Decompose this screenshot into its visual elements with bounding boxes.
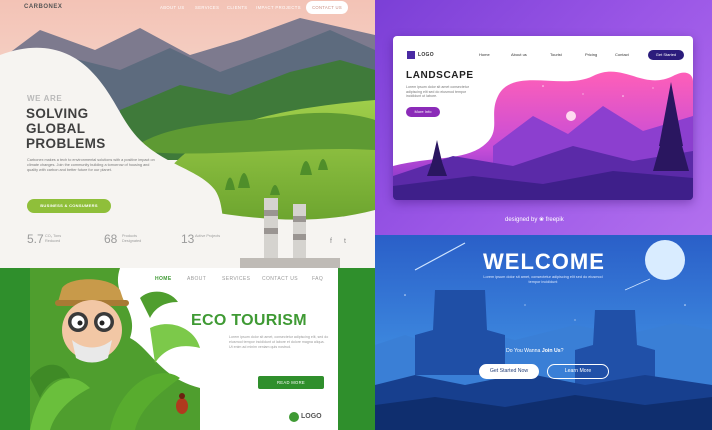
carbonex-logo[interactable]: CARBONEX bbox=[24, 4, 62, 10]
nav-services[interactable]: SERVICES bbox=[222, 276, 250, 282]
landscape-title: LANDSCAPE bbox=[406, 70, 474, 81]
eco-tourism-title: ECO TOURISM bbox=[191, 312, 307, 329]
eco-tourism-description: Lorem ipsum dolor sit amet, consectetur … bbox=[229, 335, 329, 349]
landscape-landing-panel: LOGO Home About us Tourist Pricing Conta… bbox=[375, 0, 712, 235]
welcome-subtitle: Lorem ipsum dolor sit amet, consectetur … bbox=[483, 275, 603, 284]
join-us-prompt: Do You Wanna Join Us? bbox=[506, 348, 564, 354]
nav-about-us[interactable]: ABOUT US bbox=[160, 5, 185, 10]
hero-description: Carbonex makes a tech to environmental s… bbox=[27, 158, 155, 173]
nav-pricing[interactable]: Pricing bbox=[585, 52, 597, 57]
twitter-icon[interactable]: t bbox=[344, 238, 346, 245]
hero-title: SOLVING GLOBAL PROBLEMS bbox=[26, 106, 146, 151]
leaf-logo-icon bbox=[289, 412, 299, 422]
hero-kicker: WE ARE bbox=[27, 94, 63, 103]
join-prefix: Do You Wanna bbox=[506, 348, 541, 354]
nav-home[interactable]: HOME bbox=[155, 276, 172, 282]
eco-tourism-logo[interactable]: LOGO bbox=[301, 413, 322, 420]
join-suffix: ? bbox=[560, 348, 564, 354]
landscape-logo[interactable]: LOGO bbox=[418, 52, 434, 58]
get-started-now-button[interactable]: Get Started Now bbox=[479, 364, 539, 379]
contact-us-button[interactable]: CONTACT US bbox=[306, 1, 348, 14]
stat-label: Active Projects bbox=[195, 234, 221, 238]
eco-tourism-landing-panel: HOME ABOUT SERVICES CONTACT US FAQ ECO T… bbox=[0, 268, 375, 430]
stat-number: 5.7 bbox=[27, 232, 44, 246]
nav-tourist[interactable]: Tourist bbox=[550, 52, 562, 57]
nav-contact-us[interactable]: CONTACT US bbox=[262, 276, 298, 282]
welcome-title: WELCOME bbox=[483, 249, 605, 274]
join-us-link[interactable]: Join Us bbox=[542, 348, 561, 354]
landscape-card: LOGO Home About us Tourist Pricing Conta… bbox=[393, 36, 693, 200]
landscape-illustration bbox=[393, 71, 693, 200]
hero-title-line: GLOBAL bbox=[26, 121, 86, 136]
nav-impact-projects[interactable]: IMPACT PROJECTS bbox=[256, 5, 301, 10]
hero-title-line: PROBLEMS bbox=[26, 136, 106, 151]
nav-services[interactable]: SERVICES bbox=[195, 5, 219, 10]
carbonex-landing-panel: CARBONEX ABOUT US SERVICES CLIENTS IMPAC… bbox=[0, 0, 375, 268]
logo-square-icon bbox=[407, 51, 415, 59]
nav-home[interactable]: Home bbox=[479, 52, 490, 57]
more-info-button[interactable]: More Info bbox=[406, 107, 440, 117]
freepik-credit: designed by ❀ freepik bbox=[505, 217, 564, 223]
hero-title-line: SOLVING bbox=[26, 106, 89, 121]
stat-number: 68 bbox=[104, 232, 118, 246]
nav-faq[interactable]: FAQ bbox=[312, 276, 323, 282]
nav-contact[interactable]: Contact bbox=[615, 52, 629, 57]
business-consumers-button[interactable]: BUSINESS & CONSUMERS bbox=[27, 199, 111, 213]
stat-label: CO₂ Tons Reduced bbox=[45, 234, 62, 243]
read-more-button[interactable]: READ MORE bbox=[258, 376, 324, 389]
carbonex-navbar: CARBONEX ABOUT US SERVICES CLIENTS IMPAC… bbox=[0, 0, 375, 18]
nav-about[interactable]: ABOUT bbox=[187, 276, 206, 282]
facebook-icon[interactable]: f bbox=[330, 238, 332, 245]
nav-about-us[interactable]: About us bbox=[511, 52, 527, 57]
landscape-description: Lorem ipsum dolor sit amet consectetur a… bbox=[406, 85, 469, 99]
stat-number: 13 bbox=[181, 232, 195, 246]
nav-clients[interactable]: CLIENTS bbox=[227, 5, 247, 10]
get-started-button[interactable]: Get Started bbox=[648, 50, 684, 60]
learn-more-button[interactable]: Learn More bbox=[547, 364, 609, 379]
welcome-landing-panel: WELCOME Lorem ipsum dolor sit amet, cons… bbox=[375, 235, 712, 430]
stat-label: Products Designated bbox=[122, 234, 142, 243]
